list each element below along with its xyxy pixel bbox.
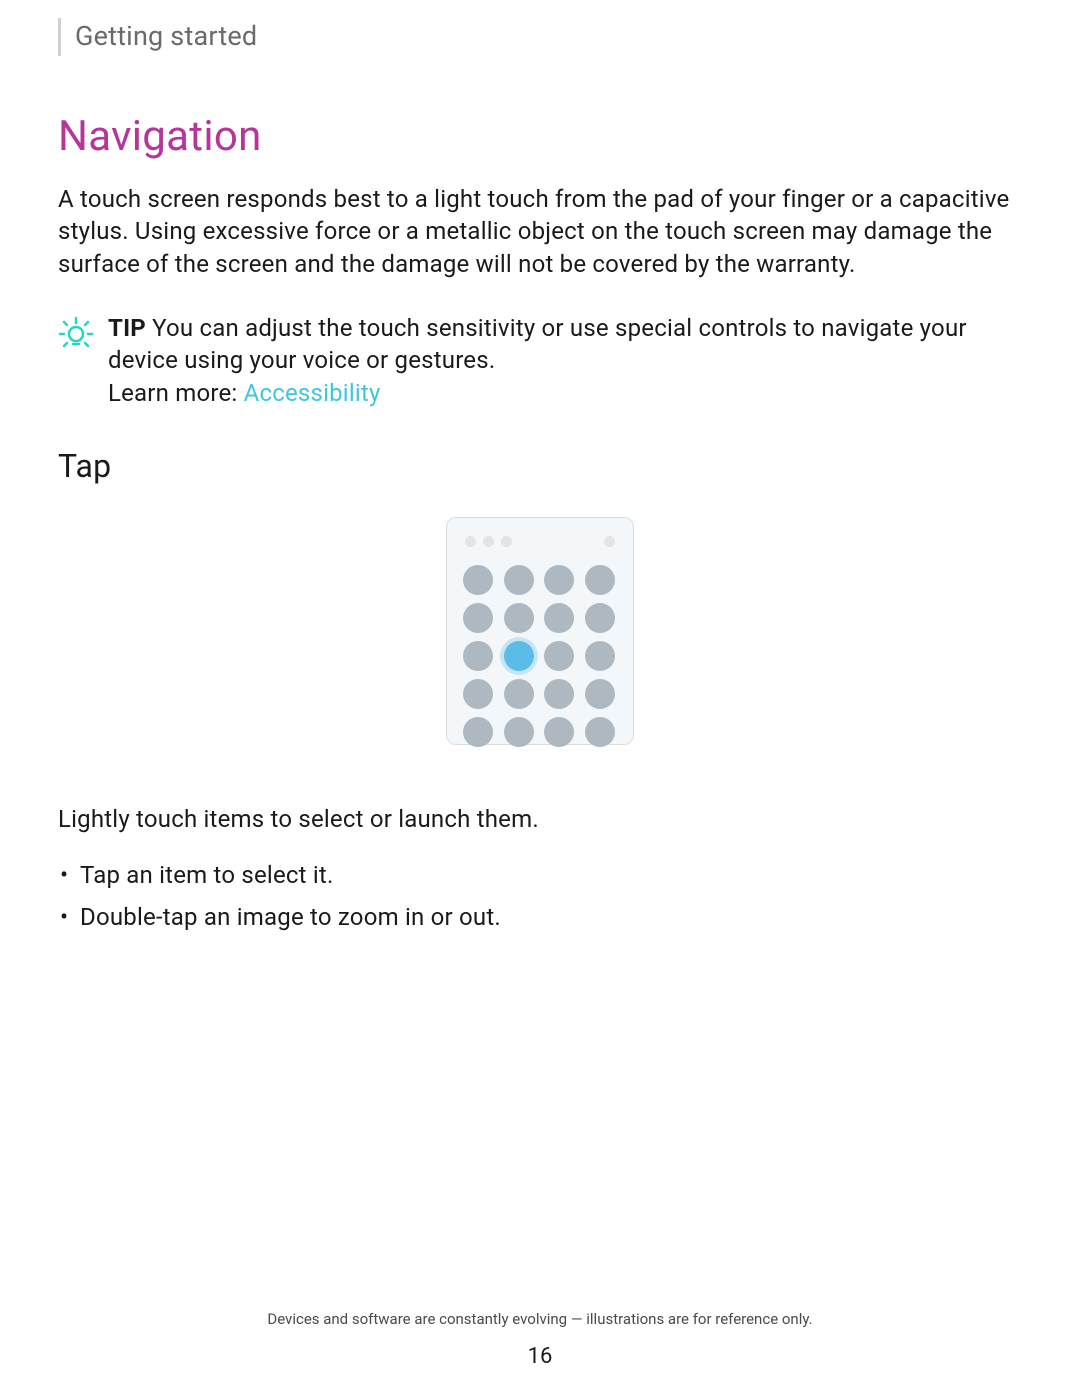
app-icon xyxy=(585,641,615,671)
status-bar xyxy=(463,536,617,547)
app-icon xyxy=(544,641,574,671)
app-icon xyxy=(504,565,534,595)
tip-text: You can adjust the touch sensitivity or … xyxy=(108,314,967,374)
intro-paragraph: A touch screen responds best to a light … xyxy=(58,183,1022,280)
app-icon xyxy=(544,679,574,709)
app-icon xyxy=(585,603,615,633)
app-icon xyxy=(544,717,574,747)
list-item: Double-tap an image to zoom in or out. xyxy=(80,900,1022,935)
app-icon xyxy=(463,641,493,671)
app-icon xyxy=(504,679,534,709)
illustration-container xyxy=(58,517,1022,745)
app-icon xyxy=(463,565,493,595)
app-icon xyxy=(463,679,493,709)
app-icon xyxy=(504,603,534,633)
status-dot xyxy=(465,536,476,547)
app-icon-tapped xyxy=(504,641,534,671)
tip-content: TIP You can adjust the touch sensitivity… xyxy=(108,312,1022,409)
app-icon xyxy=(585,565,615,595)
footer-note: Devices and software are constantly evol… xyxy=(0,1310,1080,1328)
app-icon xyxy=(585,717,615,747)
app-icon xyxy=(544,565,574,595)
breadcrumb: Getting started xyxy=(58,18,1022,56)
tap-illustration xyxy=(446,517,634,745)
footer: Devices and software are constantly evol… xyxy=(0,1310,1080,1369)
tip-block: TIP You can adjust the touch sensitivity… xyxy=(58,312,1022,409)
app-icon xyxy=(585,679,615,709)
app-icon xyxy=(463,717,493,747)
accessibility-link[interactable]: Accessibility xyxy=(244,379,381,407)
list-item: Tap an item to select it. xyxy=(80,858,1022,893)
status-dot xyxy=(483,536,494,547)
page-number: 16 xyxy=(0,1344,1080,1369)
section-heading-tap: Tap xyxy=(58,447,1022,485)
learn-more-label: Learn more: xyxy=(108,379,237,407)
status-dot xyxy=(501,536,512,547)
app-grid xyxy=(463,565,617,747)
section-caption: Lightly touch items to select or launch … xyxy=(58,803,1022,835)
app-icon xyxy=(544,603,574,633)
page-container: Getting started Navigation A touch scree… xyxy=(0,0,1080,1397)
tip-label: TIP xyxy=(108,314,146,342)
lightbulb-icon xyxy=(58,314,94,350)
app-icon xyxy=(504,717,534,747)
page-heading: Navigation xyxy=(58,112,1022,161)
bullet-list: Tap an item to select it. Double-tap an … xyxy=(58,858,1022,936)
status-dot xyxy=(604,536,615,547)
app-icon xyxy=(463,603,493,633)
